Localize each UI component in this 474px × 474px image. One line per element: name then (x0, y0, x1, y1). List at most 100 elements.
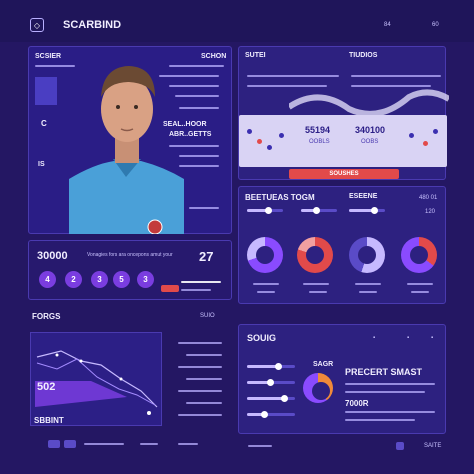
forms-title: FORGS (32, 312, 61, 321)
bottom-tag-a: ▪ (373, 335, 376, 341)
top-title-b: TIUDIOS (349, 52, 378, 59)
bottom-title-b: SAGR (313, 361, 334, 368)
score-circle[interactable]: 4 (39, 271, 56, 288)
forms-tag: SUIO (200, 313, 215, 319)
score-text: Vonagies fors ara oncepons amut your (87, 252, 173, 258)
bottom-toolbar: SAITE (238, 440, 446, 452)
stat-subtitle: ABR..GETTS (169, 131, 212, 138)
donut-caption (309, 291, 327, 293)
top-line (351, 75, 441, 77)
bottom-line (345, 383, 435, 385)
bottom-slider[interactable] (247, 379, 295, 386)
toolbar-line (84, 443, 124, 445)
profile-label: SCSIER (35, 53, 62, 60)
bottom-slider[interactable] (247, 363, 295, 370)
mid-value-2: 120 (425, 209, 436, 215)
menu-icon[interactable]: ◇ (30, 18, 44, 32)
profile-code: SCHON (201, 53, 227, 60)
header-bar: ◇ SCARBIND 84 60 (0, 0, 474, 42)
stat-sub-b: OOBS (361, 139, 379, 145)
forms-line (178, 366, 222, 368)
forms-line (186, 402, 222, 404)
donut-caption (359, 291, 377, 293)
stat-sub-a: OOBLS (309, 139, 330, 145)
bottom-right-panel: SOUIG ▪ ▪ ▪ SAGR PRECERT SMAST 7000R (238, 324, 446, 434)
bottom-slider[interactable] (247, 411, 295, 418)
mid-right-panel: BEETUEAS TOGM ESEENE 480 01 120 (238, 186, 446, 304)
forms-footer: SBBINT (34, 416, 64, 425)
profile-panel: SCSIER SCHON C IS SEAL..HOOR ABR..GETTS (28, 46, 232, 235)
top-title-a: SUTEI (245, 52, 266, 59)
donut-caption (257, 291, 275, 293)
donut-caption (411, 291, 429, 293)
mid-slider[interactable] (247, 207, 283, 214)
forms-line (186, 354, 222, 356)
stat-line (179, 155, 219, 157)
forms-line (178, 390, 222, 392)
stat-line (159, 75, 219, 77)
donut-caption (407, 283, 433, 285)
score-circle[interactable]: 3 (91, 271, 108, 288)
mid-title: BEETUEAS TOGM (245, 193, 315, 202)
score-circle[interactable]: 3 (137, 271, 154, 288)
mid-slider[interactable] (301, 207, 337, 214)
side-stat-b: IS (38, 161, 45, 168)
donut-chart (401, 237, 437, 273)
score-value: 30000 (37, 250, 68, 262)
stats-band: 55194 340100 OOBLS OOBS (239, 115, 447, 167)
action-button[interactable] (161, 285, 179, 292)
score-circle[interactable]: 2 (65, 271, 82, 288)
stat-line (189, 207, 219, 209)
band-button[interactable]: SOUSHES (289, 169, 399, 179)
stat-title: SEAL..HOOR (163, 121, 207, 128)
donut-caption (303, 283, 329, 285)
toolbar-button[interactable] (48, 440, 60, 448)
bottom-line (345, 391, 425, 393)
donut-chart (297, 237, 333, 273)
top-line (247, 75, 339, 77)
forms-line (186, 378, 222, 380)
donut-caption (253, 283, 279, 285)
forms-panel: FORGS SUIO 502 SBBINT (28, 306, 232, 432)
bottom-tag-b: ▪ (407, 335, 410, 341)
stat-dot (247, 129, 252, 134)
donut-caption (355, 283, 381, 285)
score-line (181, 281, 221, 283)
bottom-donut (303, 373, 333, 403)
stat-value-b: 340100 (355, 125, 386, 135)
stat-dot (423, 141, 428, 146)
forms-value: 502 (37, 381, 56, 393)
bottom-value: 7000R (345, 399, 369, 408)
bottom-title: SOUIG (247, 333, 277, 343)
app-title: SCARBIND (63, 19, 122, 31)
mid-label: ESEENE (349, 193, 378, 200)
stat-block (35, 77, 57, 105)
stat-line (169, 85, 219, 87)
bottom-tag-c: ▪ (431, 335, 434, 341)
stat-dot (257, 139, 262, 144)
toolbar-line (140, 443, 158, 445)
stat-line (175, 95, 219, 97)
stat-dot (279, 133, 284, 138)
bottom-slider[interactable] (247, 395, 295, 402)
bottom-footer: SAITE (424, 443, 442, 449)
side-stat-a: C (41, 119, 47, 128)
toolbar-line (248, 445, 272, 447)
header-right-b: 60 (432, 22, 439, 28)
toolbar-button[interactable] (396, 442, 404, 450)
bottom-line (345, 419, 415, 421)
top-right-panel: SUTEI TIUDIOS 55194 340100 OOBLS OOBS SO… (238, 46, 449, 180)
mid-value-1: 480 01 (419, 195, 438, 201)
stat-value-a: 55194 (305, 125, 331, 135)
score-circle[interactable]: 5 (113, 271, 130, 288)
mid-slider[interactable] (349, 207, 385, 214)
stat-line (179, 107, 219, 109)
stat-dot (433, 129, 438, 134)
stat-line (169, 145, 219, 147)
score-big: 27 (199, 249, 214, 264)
toolbar-line (178, 443, 198, 445)
bottom-headline: PRECERT SMAST (345, 367, 423, 377)
toolbar-button[interactable] (64, 440, 76, 448)
donut-chart (349, 237, 385, 273)
forms-graph: 502 (30, 332, 162, 426)
